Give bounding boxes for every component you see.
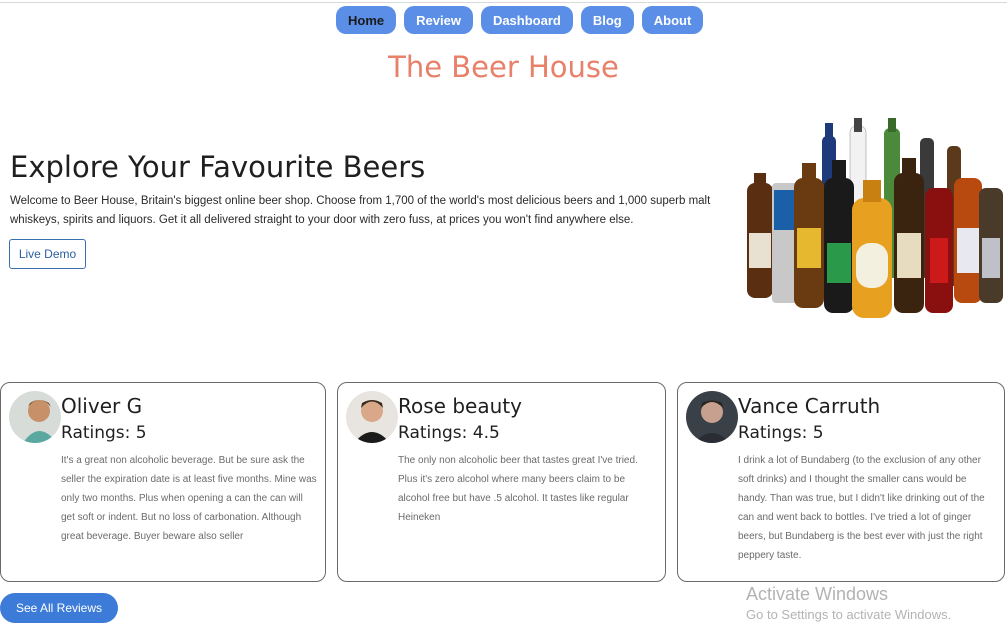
- site-title: The Beer House: [388, 50, 619, 84]
- review-card: Vance Carruth Ratings: 5 I drink a lot o…: [677, 382, 1005, 582]
- review-card: Oliver G Ratings: 5 It's a great non alc…: [0, 382, 326, 582]
- nav-home-button[interactable]: Home: [336, 6, 397, 34]
- main-nav: Home Review Dashboard Blog About: [336, 6, 704, 34]
- review-rating: Ratings: 4.5: [398, 423, 500, 443]
- watermark-title: Activate Windows: [746, 584, 889, 604]
- beer-bottles-image: [747, 118, 1003, 318]
- hero-description: Welcome to Beer House, Britain's biggest…: [10, 195, 711, 226]
- review-rating: Ratings: 5: [61, 423, 147, 443]
- reviewer-name: Oliver G: [61, 394, 143, 418]
- reviewer-avatar: [686, 391, 738, 443]
- see-all-reviews-button[interactable]: See All Reviews: [0, 593, 118, 623]
- hero-title: Explore Your Favourite Beers: [10, 150, 426, 184]
- top-divider: [0, 2, 1007, 3]
- review-text: It's a great non alcoholic beverage. But…: [61, 455, 317, 542]
- live-demo-button[interactable]: Live Demo: [9, 239, 86, 269]
- reviewer-name: Rose beauty: [398, 394, 522, 418]
- reviewer-avatar: [9, 391, 61, 443]
- reviewer-avatar: [346, 391, 398, 443]
- review-text: The only non alcoholic beer that tastes …: [398, 455, 638, 523]
- nav-blog-button[interactable]: Blog: [580, 6, 634, 34]
- nav-about-button[interactable]: About: [641, 6, 704, 34]
- review-rating: Ratings: 5: [738, 423, 824, 443]
- reviewer-name: Vance Carruth: [738, 394, 881, 418]
- watermark-subtitle: Go to Settings to activate Windows.: [746, 607, 952, 622]
- windows-activation-watermark: Activate Windows Go to Settings to activ…: [746, 584, 951, 622]
- review-text: I drink a lot of Bundaberg (to the exclu…: [738, 455, 985, 561]
- nav-review-button[interactable]: Review: [404, 6, 473, 34]
- bottle-group-front: [747, 158, 1003, 318]
- review-card: Rose beauty Ratings: 4.5 The only non al…: [337, 382, 666, 582]
- nav-dashboard-button[interactable]: Dashboard: [480, 6, 573, 34]
